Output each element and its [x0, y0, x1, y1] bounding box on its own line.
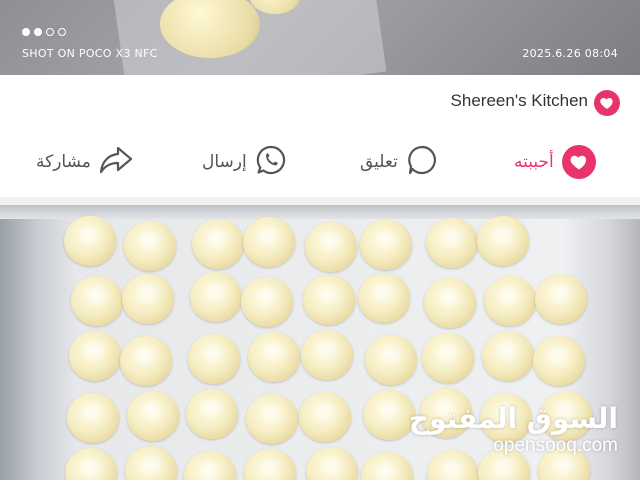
watermark-arabic: السوق المفتوح [408, 402, 618, 435]
dumpling [365, 335, 417, 385]
dumpling [192, 219, 244, 269]
carousel-dot [22, 28, 30, 36]
dumpling [65, 448, 117, 480]
dumpling [301, 330, 353, 380]
dumpling [426, 218, 478, 268]
comment-label: تعليق [360, 152, 398, 172]
dumpling [241, 277, 293, 327]
like-label: أحببته [514, 152, 554, 172]
post-photo[interactable]: السوق المفتوح opensooq.com [0, 205, 640, 480]
dumpling [71, 276, 123, 326]
carousel-dot [46, 28, 54, 36]
whatsapp-icon [255, 144, 287, 180]
dumpling [422, 333, 474, 383]
carousel-dot [58, 28, 66, 36]
section-divider [0, 197, 640, 205]
camera-timestamp-watermark: 2025.6.26 08:04 [522, 47, 618, 60]
heart-icon [594, 90, 620, 116]
carousel-dot [34, 28, 42, 36]
dumpling [64, 216, 116, 266]
action-bar: مشاركة إرسال تعليق أحببته [0, 127, 640, 197]
dumpling [125, 446, 177, 480]
send-label: إرسال [202, 152, 247, 172]
dumpling [424, 278, 476, 328]
post-header: Shereen's Kitchen [0, 75, 640, 127]
dumpling [184, 451, 236, 480]
dumpling [484, 276, 536, 326]
dumpling [482, 331, 534, 381]
dumpling [363, 390, 415, 440]
dumpling [122, 274, 174, 324]
dumpling [124, 221, 176, 271]
dumpling [533, 336, 585, 386]
page-name[interactable]: Shereen's Kitchen [451, 91, 588, 111]
share-button[interactable]: مشاركة [36, 145, 133, 179]
dumpling [303, 275, 355, 325]
dumpling [120, 336, 172, 386]
comment-button[interactable]: تعليق [360, 145, 438, 179]
dumpling [69, 331, 121, 381]
share-label: مشاركة [36, 152, 91, 172]
dumpling [127, 391, 179, 441]
carousel-dots [22, 28, 66, 36]
send-button[interactable]: إرسال [202, 145, 287, 179]
dumpling [248, 332, 300, 382]
dumpling [190, 272, 242, 322]
heart-icon [561, 145, 596, 179]
dumpling [243, 217, 295, 267]
dumpling [360, 220, 412, 270]
dumpling [361, 452, 413, 480]
dumpling [477, 216, 529, 266]
dumpling [299, 392, 351, 442]
camera-model-watermark: SHOT ON POCO X3 NFC [22, 47, 158, 60]
dumpling [246, 394, 298, 444]
watermark-latin: opensooq.com [493, 435, 618, 456]
dumpling [67, 393, 119, 443]
dumpling [188, 334, 240, 384]
top-photo[interactable]: SHOT ON POCO X3 NFC 2025.6.26 08:04 [0, 0, 640, 75]
share-icon [99, 145, 133, 179]
dumpling [244, 449, 296, 480]
opensooq-watermark: السوق المفتوح opensooq.com [409, 402, 618, 456]
dumpling [305, 222, 357, 272]
dumpling [186, 389, 238, 439]
dumpling [306, 447, 358, 480]
dumpling [358, 273, 410, 323]
like-button[interactable]: أحببته [514, 145, 596, 179]
comment-icon [406, 144, 438, 180]
dumpling [535, 274, 587, 324]
